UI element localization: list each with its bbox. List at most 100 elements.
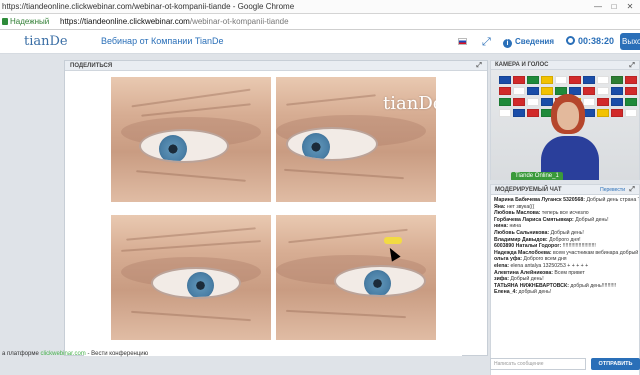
flag-icon <box>555 76 567 84</box>
timer-value: 00:38:20 <box>578 36 615 46</box>
chat-author: Владимир Давыдов: <box>494 236 548 243</box>
share-panel: ПОДЕЛИТЬСЯ ⤢ tianDe <box>64 60 488 356</box>
webinar-title: Вебинар от Компании TianDe <box>101 36 224 46</box>
expand-panel-icon[interactable]: ⤢ <box>476 61 482 71</box>
chat-message: зифа: Добрый день! <box>494 276 636 283</box>
chat-author: нина: <box>494 223 509 230</box>
flag-icon <box>569 76 581 84</box>
url-path: /webinar-ot-kompanii-tiande <box>189 17 289 26</box>
chat-author: elena: <box>494 262 509 269</box>
chat-author: Елена_4: <box>494 289 518 296</box>
address-bar[interactable]: Надежный https://tiandeonline.clickwebin… <box>0 14 640 30</box>
eye-photo-1 <box>111 77 271 202</box>
camera-label: Tiande Online_1 <box>511 172 563 180</box>
chat-text: добрый день!!!!!!!!!! <box>568 282 617 289</box>
status-suffix: - Вести конференцию <box>85 351 149 357</box>
chat-text: Добрый день! <box>549 229 584 236</box>
flag-icon <box>499 87 511 95</box>
camera-panel-header: КАМЕРА И ГОЛОС ⤢ <box>490 60 640 70</box>
chat-author: Любовь Сальникова: <box>494 229 550 236</box>
window-title: https://tiandeonline.clickwebinar.com/we… <box>2 2 295 11</box>
chat-text: Доброго дня! <box>547 236 581 243</box>
chat-author: ольга уфа: <box>494 256 522 263</box>
flag-icon <box>499 109 511 117</box>
presentation-slide: tianDe <box>84 71 462 356</box>
status-bar: а платформе clickwebinar.com - Вести кон… <box>0 348 200 360</box>
chat-author: Надежда Маслобоева: <box>494 249 552 256</box>
session-timer: 00:38:20 <box>566 36 614 46</box>
chat-author: Любовь Маслова: <box>494 210 541 217</box>
language-flag-icon[interactable] <box>458 38 467 45</box>
flag-icon <box>499 76 511 84</box>
share-panel-title: ПОДЕЛИТЬСЯ <box>70 63 113 69</box>
chat-messages: Марина Бабичева Луганск 5320568: Добрый … <box>490 195 640 375</box>
flag-icon <box>527 98 539 106</box>
url-host: https://tiandeonline.clickwebinar.com <box>60 17 190 26</box>
expand-chat-icon[interactable]: ⤢ <box>629 185 635 195</box>
eye-photo-3 <box>111 215 271 340</box>
secure-label[interactable]: Надежный <box>10 14 49 30</box>
chat-text: Всем привет <box>552 269 585 276</box>
chat-text: теперь все исчезло <box>540 210 589 217</box>
presenter-video <box>541 94 601 180</box>
info-icon: i <box>503 39 512 48</box>
chat-author: 6003890 Натальи Годорог: <box>494 243 562 250</box>
chat-author: Яна: <box>494 203 506 210</box>
maximize-icon[interactable]: □ <box>606 0 622 14</box>
flag-icon <box>611 98 623 106</box>
url-text[interactable]: https://tiandeonline.clickwebinar.com/we… <box>60 14 289 30</box>
close-icon[interactable]: ✕ <box>622 0 638 14</box>
chat-text: нина <box>508 223 522 230</box>
chat-header: МОДЕРИРУЕМЫЙ ЧАТ Перевести ⤢ <box>490 184 640 195</box>
share-panel-header: ПОДЕЛИТЬСЯ ⤢ <box>65 61 487 71</box>
browser-title-bar: https://tiandeonline.clickwebinar.com/we… <box>0 0 640 14</box>
flag-icon <box>527 76 539 84</box>
minimize-icon[interactable]: — <box>590 0 606 14</box>
chat-text: Добрый день! <box>573 216 609 223</box>
flag-icon <box>625 76 637 84</box>
chat-message: Горбачева Лариса Смятывкар: Добрый день! <box>494 217 636 224</box>
chat-author: ТАТЬЯНА НИЖНЕВАРТОВСК: <box>494 282 569 289</box>
flag-icon <box>527 109 539 117</box>
camera-video: Tiande Online_1 <box>490 70 640 180</box>
info-button[interactable]: i Сведения <box>503 37 554 48</box>
chat-text: !!!!!!!!!!!!!!!!!!!!!!! <box>561 243 596 250</box>
fullscreen-icon[interactable]: ⤢ <box>482 36 491 49</box>
chat-message: elena: elena antalya 13250253 + + + + + <box>494 263 636 270</box>
chat-message: Елена_4: добрый день! <box>494 289 636 296</box>
flag-icon <box>499 98 511 106</box>
flag-icon <box>527 87 539 95</box>
exit-button[interactable]: Выход <box>620 33 640 50</box>
chat-author: зифа: <box>494 276 509 283</box>
flag-icon <box>597 76 609 84</box>
chat-title: МОДЕРИРУЕМЫЙ ЧАТ <box>495 187 562 193</box>
chat-author: Марина Бабичева Луганск 5320568: <box>494 197 585 203</box>
flag-icon <box>625 87 637 95</box>
chat-author: Горбачева Лариса Смятывкар: <box>494 216 574 223</box>
clock-icon <box>566 36 575 45</box>
info-label: Сведения <box>515 37 554 46</box>
camera-panel-title: КАМЕРА И ГОЛОС <box>495 62 549 68</box>
flag-icon <box>513 76 525 84</box>
flag-icon <box>625 98 637 106</box>
eye-photo-2: tianDe <box>276 77 436 202</box>
chat-message: Владимир Давыдов: Доброго дня! <box>494 237 636 244</box>
flag-icon <box>611 87 623 95</box>
chat-text: нет звука((( <box>505 203 535 210</box>
annotation-highlight <box>384 237 402 244</box>
chat-author: Алевтина Алейникова: <box>494 269 553 276</box>
slide-brand-logo: tianDe <box>383 93 436 114</box>
expand-camera-icon[interactable]: ⤢ <box>629 61 635 70</box>
flag-icon <box>611 76 623 84</box>
chat-text: elena antalya 13250253 + + + + + <box>509 262 589 269</box>
flag-icon <box>541 76 553 84</box>
platform-link[interactable]: clickwebinar.com <box>40 351 85 357</box>
chat-message: Любовь Маслова: теперь все исчезло <box>494 210 636 217</box>
chat-text: всем участникам вебинара добрый день! <box>553 249 639 256</box>
translate-link[interactable]: Перевести <box>600 185 625 195</box>
webinar-header: tianDe Вебинар от Компании TianDe ⤢ i Све… <box>0 30 640 54</box>
flag-icon <box>513 87 525 95</box>
flag-icon <box>625 109 637 117</box>
chat-text: добрый день! <box>517 289 552 296</box>
chat-message: ольга уфа: Доброго всем дня <box>494 256 636 263</box>
